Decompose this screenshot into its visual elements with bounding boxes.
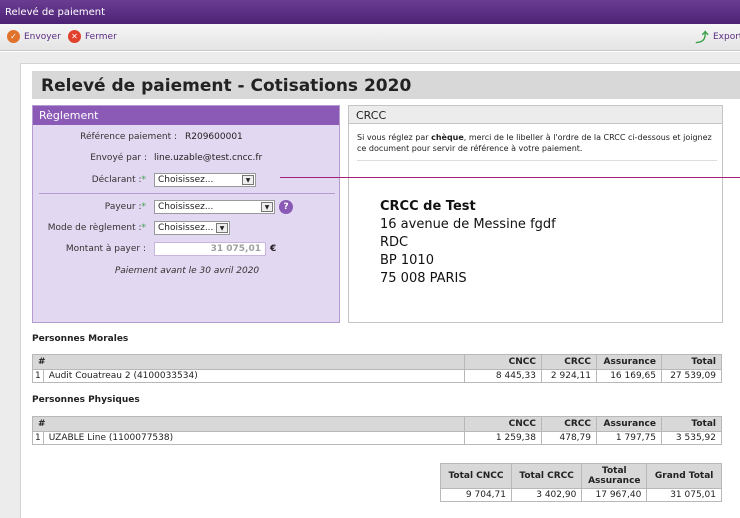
crcc-cell: 478,79 [541,431,597,445]
connector-line [280,177,740,178]
window-title: Relevé de paiement [0,0,740,24]
reglement-panel: Règlement Référence paiement : R20960000… [32,105,340,323]
assurance-cell: 1 797,75 [596,431,662,445]
crcc-heading: CRCC [349,106,722,124]
reglement-heading: Règlement [33,106,339,125]
totals-table: Total CNCC Total CRCC Total Assurance Gr… [440,463,722,502]
column-header: CNCC [464,416,542,432]
send-label: Envoyer [24,31,61,42]
column-header: Assurance [596,416,662,432]
send-icon: ✓ [7,30,20,43]
morales-table: # CNCC CRCC Assurance Total 1 Audit Coua… [32,354,722,383]
cncc-cell: 8 445,33 [464,369,542,383]
toolbar: ✓ Envoyer ✕ Fermer ⤴ Export [0,24,740,51]
column-header: # [32,354,465,370]
reference-value: R209600001 [185,132,243,142]
address-line: 16 avenue de Messine fgdf [380,217,556,232]
section-title-morales: Personnes Morales [32,334,129,344]
table-row: 1 Audit Couatreau 2 (4100033534) 8 445,3… [32,369,722,383]
divider [39,193,335,194]
table-row: 1 UZABLE Line (1100077538) 1 259,38 478,… [32,431,722,445]
close-button[interactable]: ✕ Fermer [68,30,117,43]
chevron-down-icon: ▼ [242,175,254,185]
row-name: Audit Couatreau 2 (4100033534) [42,369,466,383]
payment-mode-select[interactable]: Choisissez... ▼ [154,221,230,235]
send-button[interactable]: ✓ Envoyer [7,30,61,43]
column-header: Total CRCC [510,463,583,489]
table-header-row: Total CNCC Total CRCC Total Assurance Gr… [440,463,722,489]
row-number: 1 [32,369,44,383]
row-name: UZABLE Line (1100077538) [42,431,466,445]
export-button[interactable]: ⤴ Export [695,30,740,46]
crcc-panel: CRCC Si vous réglez par chèque, merci de… [348,105,723,323]
table-header-row: # CNCC CRCC Assurance Total [32,354,722,370]
divider [357,160,717,161]
column-header: CRCC [541,416,597,432]
chevron-down-icon: ▼ [261,202,273,212]
table-header-row: # CNCC CRCC Assurance Total [32,416,722,432]
address-line: 75 008 PARIS [380,271,467,286]
declarant-label: Déclarant :* [91,175,146,185]
column-header: Total [661,416,722,432]
section-title-physiques: Personnes Physiques [32,395,140,405]
payer-select[interactable]: Choisissez... ▼ [154,200,275,214]
sent-by-value: line.uzable@test.cncc.fr [154,153,263,163]
total-assurance-cell: 17 967,40 [581,488,648,502]
column-header: Total Assurance [581,463,648,489]
sent-by-label: Envoyé par : [90,153,147,163]
address-line: CRCC de Test [380,199,476,214]
row-number: 1 [32,431,44,445]
column-header: # [32,416,465,432]
reference-label: Référence paiement : [80,132,177,142]
amount-field: 31 075,01 [154,242,266,256]
payment-mode-label: Mode de règlement :* [47,223,146,233]
crcc-cell: 2 924,11 [541,369,597,383]
column-header: Assurance [596,354,662,370]
column-header: CRCC [541,354,597,370]
column-header: Grand Total [646,463,722,489]
table-row: 9 704,71 3 402,90 17 967,40 31 075,01 [440,488,722,502]
page-title: Relevé de paiement - Cotisations 2020 [32,71,740,99]
currency-symbol: € [270,244,277,254]
total-crcc-cell: 3 402,90 [510,488,583,502]
physiques-table: # CNCC CRCC Assurance Total 1 UZABLE Lin… [32,416,722,445]
grand-total-cell: 31 075,01 [646,488,722,502]
chevron-down-icon: ▼ [216,223,228,233]
amount-label: Montant à payer : [65,244,146,254]
total-cell: 27 539,09 [661,369,722,383]
assurance-cell: 16 169,65 [596,369,662,383]
close-label: Fermer [85,31,117,42]
help-icon[interactable]: ? [279,200,293,214]
crcc-instructions: Si vous réglez par chèque, merci de le l… [357,133,712,153]
declarant-select[interactable]: Choisissez... ▼ [154,173,256,187]
close-icon: ✕ [68,30,81,43]
address-line: RDC [380,235,409,250]
total-cell: 3 535,92 [661,431,722,445]
export-icon: ⤴ [695,31,709,46]
export-label: Export [713,31,740,42]
cncc-cell: 1 259,38 [464,431,542,445]
column-header: CNCC [464,354,542,370]
payment-deadline: Paiement avant le 30 avril 2020 [114,266,260,276]
column-header: Total [661,354,722,370]
address-line: BP 1010 [380,253,434,268]
payer-label: Payeur :* [104,202,146,212]
column-header: Total CNCC [440,463,512,489]
total-cncc-cell: 9 704,71 [440,488,512,502]
